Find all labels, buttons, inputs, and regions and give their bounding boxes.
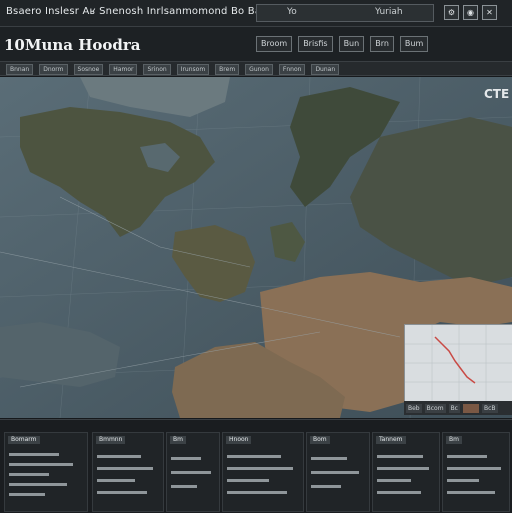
- search-box[interactable]: Yo Yuriah: [256, 4, 434, 22]
- toolbar-item[interactable]: Gunon: [245, 64, 273, 75]
- panel-line: [311, 485, 341, 488]
- bottom-panel[interactable]: Hnoon: [222, 432, 304, 512]
- header-chip[interactable]: Brisfis: [298, 36, 333, 52]
- panel-line: [447, 467, 501, 470]
- panel-line: [97, 467, 153, 470]
- inset-button[interactable]: Bc: [448, 403, 460, 413]
- panel-line: [311, 457, 347, 460]
- toolbar-item[interactable]: Fnnon: [278, 64, 306, 75]
- user-icon[interactable]: ◉: [463, 5, 478, 20]
- bottom-panel-area: Bomarm Bmmnn Bm Hnoon Bom Tannem Bm: [0, 419, 512, 513]
- bottom-panel[interactable]: Bom: [306, 432, 370, 512]
- panel-line: [311, 471, 359, 474]
- toolbar-item[interactable]: Dnorm: [39, 64, 68, 75]
- app-header: 10Muna Hoodra Broom Brisfis Bun Brn Bum: [0, 27, 512, 62]
- header-chips: Broom Brisfis Bun Brn Bum: [256, 36, 429, 52]
- panel-line: [9, 473, 49, 476]
- header-chip[interactable]: Broom: [256, 36, 293, 52]
- panel-line: [9, 483, 67, 486]
- top-bar: Bsaero Inslesr Aʁ Snenosh Inrlsanmomond …: [0, 0, 512, 27]
- header-chip[interactable]: Bun: [338, 36, 365, 52]
- panel-label: Tannem: [376, 436, 406, 444]
- panel-line: [447, 455, 487, 458]
- toolbar: Bnnan Dnorm Sosnoe Hamor Srinon Irunsom …: [0, 62, 512, 76]
- panel-line: [171, 471, 211, 474]
- page-title: 10Muna Hoodra: [4, 36, 141, 54]
- toolbar-item[interactable]: Dunan: [311, 64, 340, 75]
- toolbar-item[interactable]: Srinon: [143, 64, 171, 75]
- bottom-panel[interactable]: Bmmnn: [92, 432, 164, 512]
- panel-line: [377, 467, 429, 470]
- panel-line: [97, 491, 147, 494]
- panel-line: [447, 491, 495, 494]
- panel-line: [227, 491, 287, 494]
- bottom-panel[interactable]: Bm: [442, 432, 510, 512]
- header-chip[interactable]: Bum: [399, 36, 429, 52]
- panel-label: Bmmnn: [96, 436, 126, 444]
- toolbar-item[interactable]: Hamor: [109, 64, 138, 75]
- inset-button[interactable]: Bcom: [424, 403, 446, 413]
- panel-line: [9, 453, 59, 456]
- panel-line: [171, 485, 197, 488]
- panel-line: [227, 467, 293, 470]
- toolbar-item[interactable]: Sosnoe: [73, 64, 104, 75]
- panel-line: [97, 479, 135, 482]
- map-corner-label: CTE: [484, 87, 510, 101]
- panel-line: [97, 455, 141, 458]
- settings-icon[interactable]: ⚙: [444, 5, 459, 20]
- header-chip[interactable]: Brn: [370, 36, 394, 52]
- inset-chart[interactable]: [404, 324, 512, 402]
- toolbar-item[interactable]: Bnnan: [6, 64, 34, 75]
- toolbar-item[interactable]: Irunsom: [176, 64, 210, 75]
- inset-grid: [405, 325, 512, 401]
- bottom-panel[interactable]: Bomarm: [4, 432, 88, 512]
- inset-button[interactable]: BcB: [481, 403, 498, 413]
- window-title: Bsaero Inslesr Aʁ Snenosh Inrlsanmomond …: [6, 6, 272, 17]
- bottom-panel[interactable]: Tannem: [372, 432, 440, 512]
- inset-button[interactable]: Beb: [406, 403, 422, 413]
- panel-line: [171, 457, 201, 460]
- search-right-text: Yuriah: [375, 7, 403, 17]
- panel-line: [227, 455, 281, 458]
- panel-label: Bomarm: [8, 436, 40, 444]
- panel-line: [377, 479, 411, 482]
- panel-label: Hnoon: [226, 436, 252, 444]
- top-icon-row: ⚙ ◉ ✕: [444, 5, 497, 20]
- color-swatch[interactable]: [462, 403, 479, 413]
- panel-label: Bm: [446, 436, 462, 444]
- inset-toolbar: Beb Bcom Bc BcB: [404, 401, 512, 415]
- panel-line: [377, 455, 423, 458]
- panel-label: Bm: [170, 436, 186, 444]
- panel-line: [9, 463, 73, 466]
- close-icon[interactable]: ✕: [482, 5, 497, 20]
- panel-line: [447, 479, 479, 482]
- panel-line: [377, 491, 421, 494]
- panel-label: Bom: [310, 436, 330, 444]
- panel-line: [9, 493, 45, 496]
- toolbar-item[interactable]: Brem: [215, 64, 240, 75]
- inset-chart-canvas: [405, 325, 512, 401]
- bottom-panel[interactable]: Bm: [166, 432, 220, 512]
- panel-line: [227, 479, 269, 482]
- search-text: Yo: [287, 7, 297, 17]
